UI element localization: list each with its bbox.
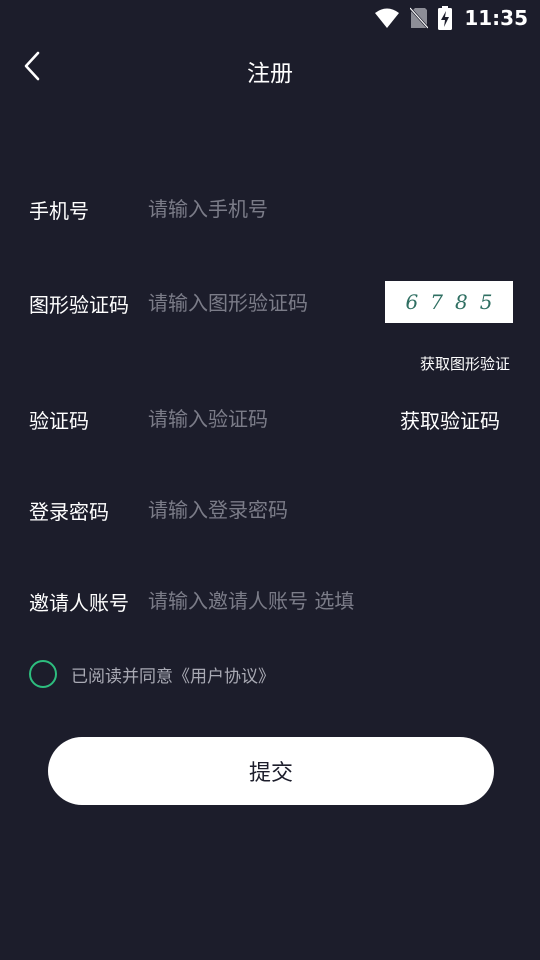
- status-bar: 11:35: [0, 0, 540, 36]
- header: 注册: [0, 36, 540, 102]
- battery-charging-icon: [438, 6, 453, 30]
- captcha-label: 图形验证码: [29, 292, 129, 317]
- agreement-prefix: 已阅读并同意: [71, 666, 173, 687]
- inviter-input[interactable]: [148, 581, 478, 621]
- wifi-icon: [374, 7, 400, 29]
- agreement: 已阅读并同意《用户协议》: [29, 659, 275, 689]
- password-label: 登录密码: [29, 499, 109, 524]
- captcha-image-text: 6785: [405, 290, 505, 314]
- page-title: 注册: [247, 61, 293, 87]
- inviter-label: 邀请人账号: [29, 590, 129, 615]
- sms-code-label: 验证码: [29, 408, 89, 433]
- get-sms-code-button[interactable]: 获取验证码: [400, 405, 500, 434]
- phone-label: 手机号: [29, 198, 89, 223]
- submit-button[interactable]: 提交: [48, 737, 494, 805]
- sms-code-row: 验证码 获取验证码: [0, 394, 540, 444]
- register-screen: 11:35 注册 手机号 图形验证码 6785 获取图形验证 验证码 获取验证码…: [0, 0, 540, 960]
- phone-input[interactable]: [148, 189, 378, 229]
- user-agreement-link[interactable]: 《用户协议》: [173, 667, 275, 687]
- captcha-input[interactable]: [148, 283, 378, 323]
- no-sim-icon: [410, 7, 429, 29]
- phone-row: 手机号: [0, 184, 540, 234]
- sms-code-input[interactable]: [148, 399, 378, 439]
- agreement-text: 已阅读并同意《用户协议》: [71, 662, 275, 687]
- agreement-checkbox[interactable]: [29, 660, 57, 688]
- inviter-row: 邀请人账号: [0, 576, 540, 626]
- get-captcha-link[interactable]: 获取图形验证: [420, 353, 510, 374]
- status-time: 11:35: [464, 6, 528, 30]
- password-row: 登录密码: [0, 485, 540, 535]
- password-input[interactable]: [148, 490, 378, 530]
- captcha-image[interactable]: 6785: [385, 281, 513, 323]
